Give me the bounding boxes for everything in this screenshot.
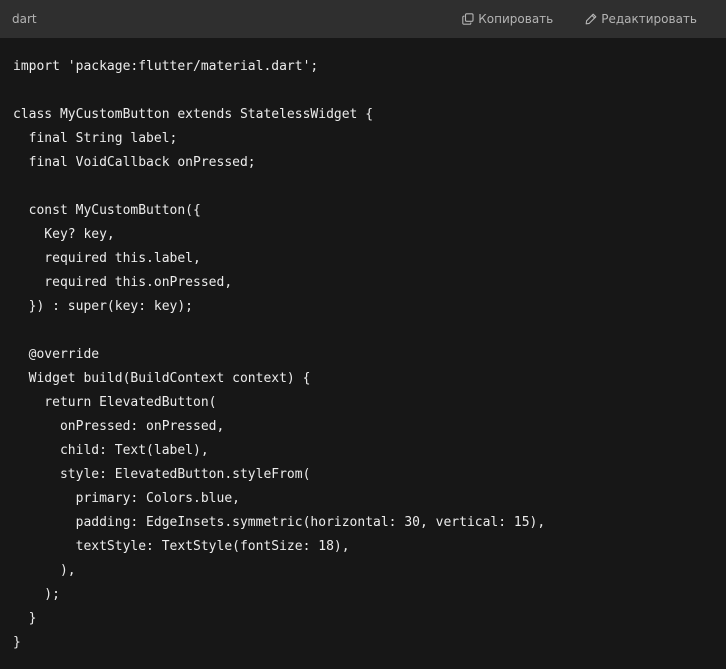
code-line: }: [13, 635, 21, 650]
code-line: child: Text(label),: [13, 443, 209, 458]
code-line: Key? key,: [13, 227, 115, 242]
edit-button[interactable]: Редактировать: [585, 12, 697, 26]
code-line: @override: [13, 347, 100, 362]
code-line: return ElevatedButton(: [13, 395, 217, 410]
pencil-icon: [585, 13, 597, 25]
code-block: dart Копировать Редактировать import 'pa…: [0, 0, 726, 669]
language-label: dart: [12, 12, 37, 26]
code-line: }: [13, 611, 37, 626]
code-content: import 'package:flutter/material.dart'; c…: [0, 38, 726, 655]
code-line: primary: Colors.blue,: [13, 491, 240, 506]
code-line: Widget build(BuildContext context) {: [13, 371, 311, 386]
code-actions: Копировать Редактировать: [462, 12, 714, 26]
code-line: style: ElevatedButton.styleFrom(: [13, 467, 311, 482]
code-line: required this.onPressed,: [13, 275, 233, 290]
edit-button-label: Редактировать: [601, 12, 697, 26]
code-line: import 'package:flutter/material.dart';: [13, 59, 319, 74]
code-line: ),: [13, 563, 76, 578]
code-line: }) : super(key: key);: [13, 299, 194, 314]
code-line: class MyCustomButton extends StatelessWi…: [13, 107, 374, 122]
code-line: onPressed: onPressed,: [13, 419, 225, 434]
copy-button[interactable]: Копировать: [462, 12, 553, 26]
code-line: const MyCustomButton({: [13, 203, 201, 218]
copy-icon: [462, 13, 474, 25]
code-line: final String label;: [13, 131, 178, 146]
code-line: );: [13, 587, 60, 602]
copy-button-label: Копировать: [478, 12, 554, 26]
code-line: textStyle: TextStyle(fontSize: 18),: [13, 539, 350, 554]
code-line: final VoidCallback onPressed;: [13, 155, 256, 170]
code-line: padding: EdgeInsets.symmetric(horizontal…: [13, 515, 546, 530]
code-block-header: dart Копировать Редактировать: [0, 0, 726, 38]
code-line: required this.label,: [13, 251, 201, 266]
